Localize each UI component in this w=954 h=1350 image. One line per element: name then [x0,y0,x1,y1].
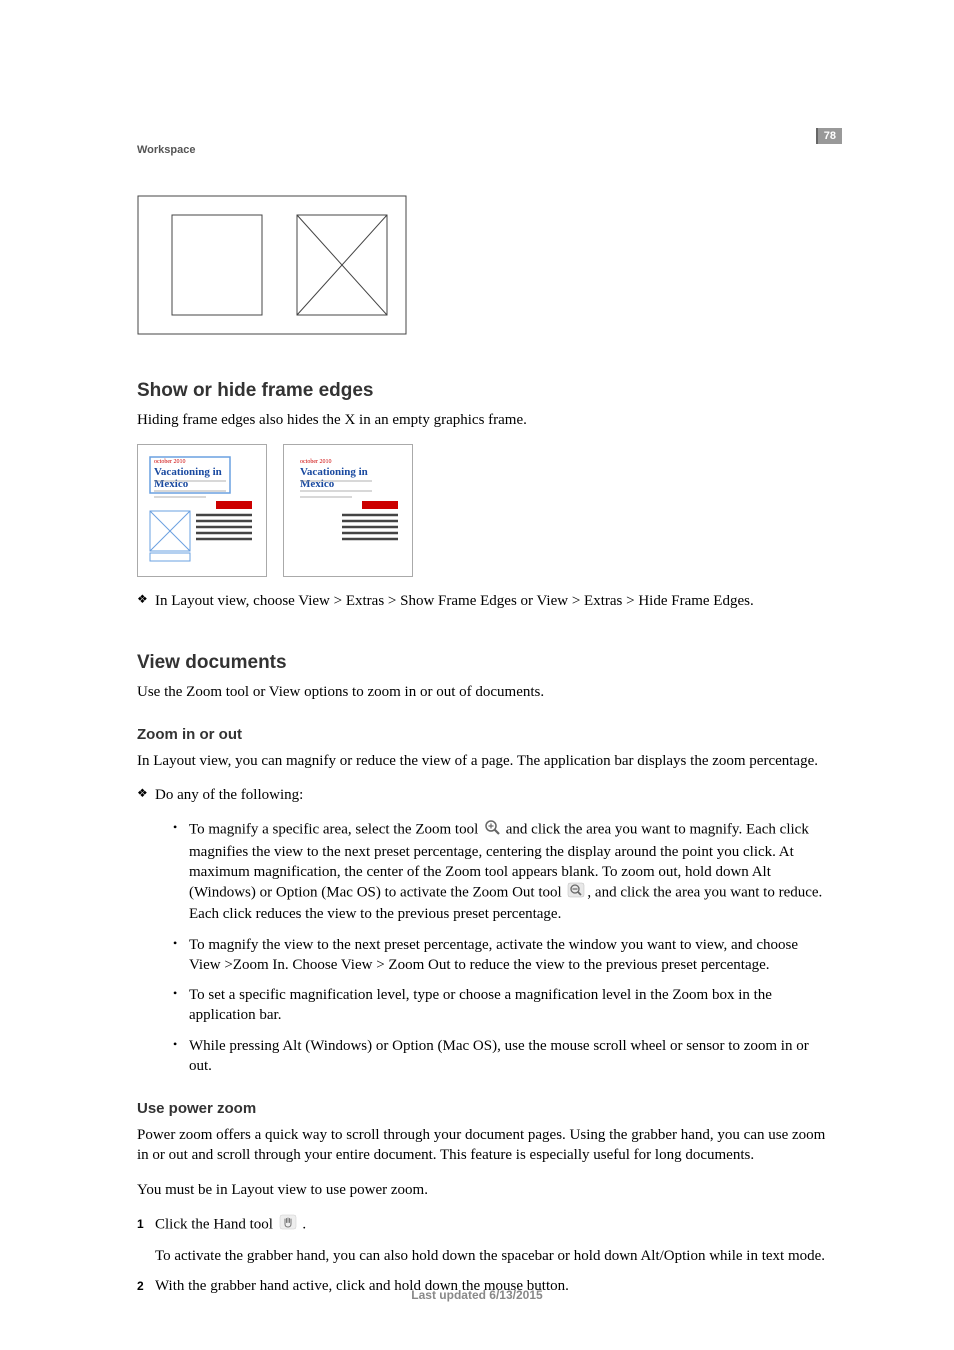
zoom-item1-part-a: To magnify a specific area, select the Z… [189,822,482,838]
frame-instruction-text: In Layout view, choose View > Extras > S… [155,593,754,609]
zoom-item-next-preset: To magnify the view to the next preset p… [173,935,833,976]
heading-power-zoom: Use power zoom [137,1100,833,1117]
svg-text:Mexico: Mexico [154,478,189,490]
zoom-body-text: In Layout view, you can magnify or reduc… [137,751,833,771]
footer-updated: Last updated 6/13/2015 [0,1288,954,1302]
power-step-1: 1 Click the Hand tool . [137,1214,833,1236]
view-body-text: Use the Zoom tool or View options to zoo… [137,682,833,702]
svg-text:Vacationing in: Vacationing in [154,466,222,478]
figure-empty-frames [137,195,833,340]
page-number: 78 [816,128,842,144]
heading-frame-edges: Show or hide frame edges [137,380,833,402]
hand-tool-icon [279,1214,297,1236]
empty-frame-figure [137,195,407,340]
diamond-bullet-icon: ❖ [137,785,155,801]
power-step1-part-a: Click the Hand tool [155,1216,277,1232]
zoom-in-icon [484,819,500,841]
heading-view-documents: View documents [137,652,833,674]
diamond-bullet-icon: ❖ [137,591,155,607]
power-step1-part-b: . [299,1216,307,1232]
thumb-edges-hidden: october 2010 Vacationing in Mexico [283,444,413,577]
step-number-1: 1 [137,1216,144,1232]
zoom-intro-bullet: ❖Do any of the following: [137,785,833,805]
svg-text:october 2010: october 2010 [300,459,332,465]
page-content: Show or hide frame edges Hiding frame ed… [137,195,833,1321]
power-note-text: You must be in Layout view to use power … [137,1180,833,1200]
figure-frame-edges-compare: october 2010 Vacationing in Mexico [137,444,833,577]
section-zoom: Zoom in or out In Layout view, you can m… [137,726,833,1076]
power-step1-sub: To activate the grabber hand, you can al… [155,1246,833,1266]
section-label: Workspace [137,144,196,156]
frame-instruction-bullet: ❖In Layout view, choose View > Extras > … [137,591,833,611]
frame-body-text: Hiding frame edges also hides the X in a… [137,410,833,430]
zoom-out-icon [567,882,585,904]
zoom-intro-text: Do any of the following: [155,787,303,803]
svg-text:Vacationing in: Vacationing in [300,466,368,478]
thumb-caption: october 2010 [154,459,186,465]
section-show-hide-frame-edges: Show or hide frame edges Hiding frame ed… [137,380,833,612]
zoom-sublist: To magnify a specific area, select the Z… [173,819,833,1076]
zoom-item-scroll-wheel: While pressing Alt (Windows) or Option (… [173,1036,833,1077]
thumb-edges-shown: october 2010 Vacationing in Mexico [137,444,267,577]
power-body-text: Power zoom offers a quick way to scroll … [137,1125,833,1166]
zoom-item-magnify-area: To magnify a specific area, select the Z… [173,819,833,924]
zoom-item-specific-level: To set a specific magnification level, t… [173,985,833,1026]
heading-zoom: Zoom in or out [137,726,833,743]
svg-text:Mexico: Mexico [300,478,335,490]
section-power-zoom: Use power zoom Power zoom offers a quick… [137,1100,833,1297]
section-view-documents: View documents Use the Zoom tool or View… [137,652,833,702]
